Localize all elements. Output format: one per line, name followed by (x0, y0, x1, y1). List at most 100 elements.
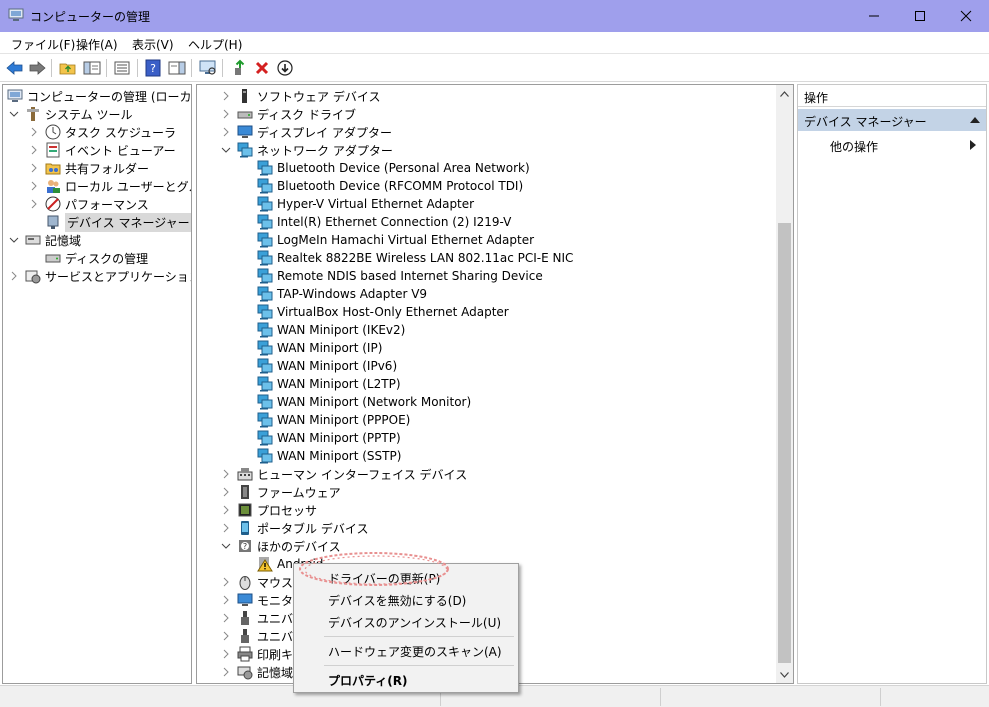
chevron-right-icon[interactable] (221, 577, 231, 587)
network-icon (237, 142, 253, 158)
menu-update-driver[interactable]: ドライバーの更新(P) (328, 570, 440, 587)
device-network-adapter[interactable]: WAN Miniport (IPv6) (257, 357, 397, 375)
maximize-icon (915, 11, 925, 21)
tree-item-device-manager[interactable]: デバイス マネージャー (45, 212, 191, 232)
close-button[interactable] (943, 0, 989, 32)
tree-item-local-users[interactable]: ローカル ユーザーとグループ (29, 177, 191, 195)
chevron-right-icon[interactable] (221, 505, 231, 515)
chevron-down-icon[interactable] (221, 145, 231, 155)
list-view-button[interactable] (112, 58, 132, 78)
enable-device-button[interactable] (275, 58, 295, 78)
device-category-other[interactable]: ? ほかのデバイス (221, 537, 341, 555)
chevron-down-icon[interactable] (221, 541, 231, 551)
tree-label: ソフトウェア デバイス (257, 89, 381, 104)
device-category-hid[interactable]: ヒューマン インターフェイス デバイス (221, 465, 467, 483)
update-driver-button[interactable] (230, 58, 250, 78)
device-network-adapter[interactable]: WAN Miniport (PPTP) (257, 429, 401, 447)
uninstall-button[interactable] (252, 58, 272, 78)
up-folder-button[interactable] (58, 58, 78, 78)
device-category-software[interactable]: ソフトウェア デバイス (221, 87, 380, 105)
scan-hardware-button[interactable] (198, 58, 218, 78)
menu-help[interactable]: ヘルプ(H) (188, 36, 242, 53)
device-category-processor[interactable]: プロセッサ (221, 501, 317, 519)
device-category-print-queue[interactable]: 印刷キ (221, 645, 293, 663)
menu-uninstall-device[interactable]: デバイスのアンインストール(U) (328, 614, 501, 631)
vertical-scrollbar[interactable] (776, 85, 793, 683)
device-network-adapter[interactable]: LogMeIn Hamachi Virtual Ethernet Adapter (257, 231, 534, 249)
tree-item-system-tools[interactable]: システム ツール (9, 105, 132, 123)
actions-section-device-manager[interactable]: デバイス マネージャー (798, 109, 986, 131)
tree-item-event-viewer[interactable]: イベント ビューアー (29, 141, 176, 159)
forward-arrow-icon (29, 61, 46, 75)
network-icon (257, 178, 273, 194)
device-network-adapter[interactable]: TAP-Windows Adapter V9 (257, 285, 427, 303)
device-network-adapter[interactable]: WAN Miniport (IKEv2) (257, 321, 405, 339)
device-network-adapter[interactable]: VirtualBox Host-Only Ethernet Adapter (257, 303, 509, 321)
chevron-right-icon (31, 145, 37, 155)
tree-label: ネットワーク アダプター (257, 143, 393, 158)
device-category-firmware[interactable]: ファームウェア (221, 483, 341, 501)
action-pane-button[interactable] (167, 58, 187, 78)
device-category-disk-drives[interactable]: ディスク ドライブ (221, 105, 356, 123)
device-category-portable[interactable]: ポータブル デバイス (221, 519, 368, 537)
device-network-adapter[interactable]: Remote NDIS based Internet Sharing Devic… (257, 267, 543, 285)
tree-item-services[interactable]: サービスとアプリケーション (9, 267, 191, 285)
tree-item-shared-folders[interactable]: 共有フォルダー (29, 159, 149, 177)
scroll-up-button[interactable] (776, 85, 793, 102)
chevron-right-icon[interactable] (221, 667, 231, 677)
menu-scan-hardware[interactable]: ハードウェア変更のスキャン(A) (328, 643, 502, 660)
tree-item-task-scheduler[interactable]: タスク スケジューラ (29, 123, 176, 141)
monitor-scan-icon (199, 60, 216, 75)
menu-properties[interactable]: プロパティ(R) (328, 672, 408, 689)
device-network-adapter[interactable]: WAN Miniport (SSTP) (257, 447, 401, 465)
tree-label: ディスク ドライブ (257, 107, 356, 122)
menu-view[interactable]: 表示(V) (132, 36, 174, 53)
chevron-right-icon[interactable] (221, 127, 231, 137)
device-network-adapter[interactable]: Bluetooth Device (RFCOMM Protocol TDI) (257, 177, 523, 195)
computer-management-icon (8, 8, 24, 21)
forward-button[interactable] (27, 58, 47, 78)
chevron-right-icon[interactable] (221, 109, 231, 119)
chevron-right-icon[interactable] (221, 631, 231, 641)
chevron-right-icon[interactable] (221, 523, 231, 533)
device-network-adapter[interactable]: WAN Miniport (Network Monitor) (257, 393, 471, 411)
minimize-button[interactable] (851, 0, 897, 32)
device-network-adapter[interactable]: Hyper-V Virtual Ethernet Adapter (257, 195, 474, 213)
back-button[interactable] (5, 58, 25, 78)
device-network-adapter[interactable]: Intel(R) Ethernet Connection (2) I219-V (257, 213, 511, 231)
tree-item-performance[interactable]: パフォーマンス (29, 195, 149, 213)
device-category-storage-controller[interactable]: 記憶域 (221, 663, 293, 681)
device-network-adapter[interactable]: WAN Miniport (PPPOE) (257, 411, 410, 429)
no-entry-icon (45, 196, 61, 212)
device-category-display-adapters[interactable]: ディスプレイ アダプター (221, 123, 392, 141)
device-network-adapter[interactable]: WAN Miniport (L2TP) (257, 375, 401, 393)
other-actions-item[interactable]: 他の操作 (830, 138, 878, 155)
tree-root[interactable]: コンピューターの管理 (ローカル) (7, 87, 191, 105)
chevron-right-icon[interactable] (221, 649, 231, 659)
device-network-adapter[interactable]: Bluetooth Device (Personal Area Network) (257, 159, 530, 177)
help-button[interactable]: ? (143, 58, 163, 78)
device-manager-icon (47, 215, 59, 229)
menu-file[interactable]: ファイル(F) (11, 36, 75, 53)
chevron-right-icon[interactable] (221, 91, 231, 101)
device-network-adapter[interactable]: WAN Miniport (IP) (257, 339, 382, 357)
show-hide-tree-button[interactable] (82, 58, 102, 78)
chevron-right-icon[interactable] (221, 595, 231, 605)
status-segment (880, 688, 881, 706)
maximize-button[interactable] (897, 0, 943, 32)
scroll-thumb[interactable] (778, 223, 791, 663)
chevron-down-icon (9, 111, 19, 117)
menu-disable-device[interactable]: デバイスを無効にする(D) (328, 592, 466, 609)
tree-item-storage[interactable]: 記憶域 (9, 231, 81, 249)
device-network-adapter[interactable]: Realtek 8822BE Wireless LAN 802.11ac PCI… (257, 249, 573, 267)
device-category-network-adapters[interactable]: ネットワーク アダプター (221, 141, 393, 159)
actions-header: 操作 (798, 85, 986, 107)
chevron-right-icon[interactable] (221, 469, 231, 479)
chevron-right-icon[interactable] (221, 613, 231, 623)
status-segment (660, 688, 661, 706)
menu-action[interactable]: 操作(A) (76, 36, 118, 53)
other-icon: ? (239, 540, 251, 552)
chevron-right-icon[interactable] (221, 487, 231, 497)
scroll-down-button[interactable] (776, 666, 793, 683)
tree-item-disk-management[interactable]: ディスクの管理 (45, 249, 148, 267)
